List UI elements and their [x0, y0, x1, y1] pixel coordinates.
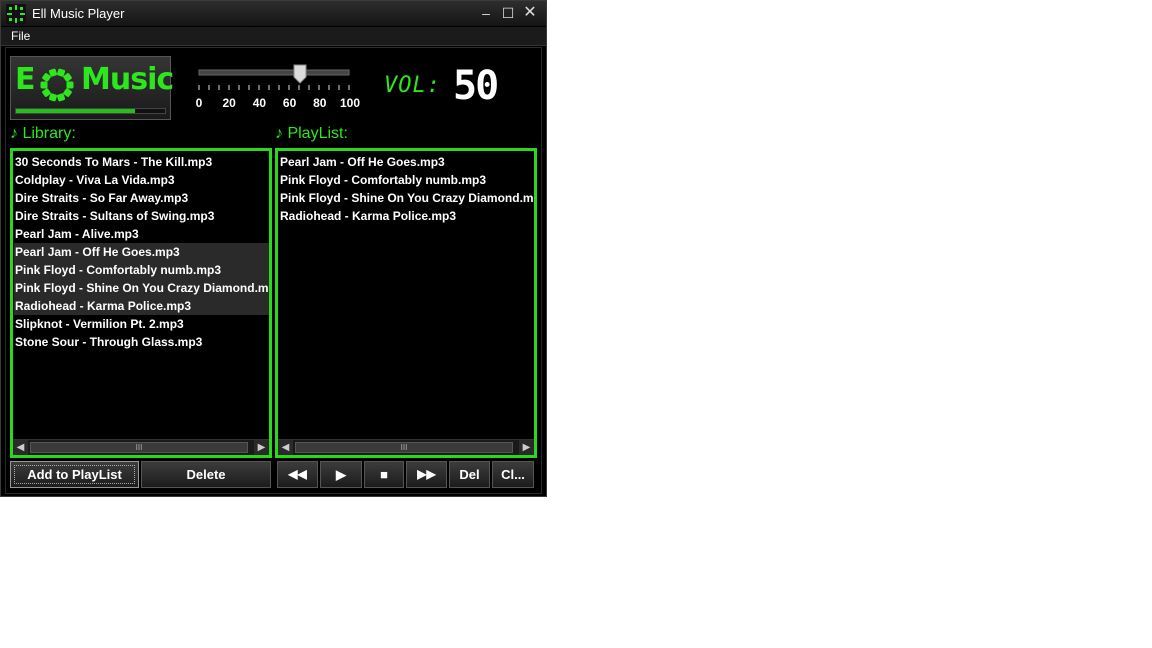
list-item[interactable]: Radiohead - Karma Police.mp3	[14, 297, 269, 315]
list-item[interactable]: Pink Floyd - Shine On You Crazy Diamond.…	[14, 279, 269, 297]
list-item[interactable]: Dire Straits - So Far Away.mp3	[14, 189, 269, 207]
volume-value: 50	[453, 63, 499, 109]
add-to-playlist-button[interactable]: Add to PlayList	[10, 461, 139, 488]
slider-tick-label: 60	[282, 96, 297, 110]
playlist-title: ♪ PlayList:	[275, 125, 348, 143]
playlist-scrollbar[interactable]: ◀ III ▶	[278, 439, 534, 455]
slider-tick-label: 0	[195, 96, 203, 110]
previous-icon[interactable]: ◀◀	[277, 461, 318, 488]
title-bar[interactable]: Ell Music Player – ☐ ✕	[1, 1, 546, 26]
menu-file[interactable]: File	[11, 29, 30, 43]
playlist-list[interactable]: Pearl Jam - Off He Goes.mp3 Pink Floyd - …	[275, 148, 537, 458]
scroll-left-icon[interactable]: ◀	[278, 440, 293, 455]
library-title-label: Library:	[22, 125, 76, 142]
slider-tick-label: 20	[222, 96, 236, 110]
stop-icon[interactable]: ■	[364, 461, 404, 488]
logo-progress-bar	[15, 108, 166, 114]
play-icon[interactable]: ▶	[320, 461, 362, 488]
spinner-segment	[40, 81, 48, 89]
scroll-right-icon[interactable]: ▶	[519, 440, 534, 455]
volume-slider[interactable]	[191, 61, 361, 95]
list-item[interactable]: Coldplay - Viva La Vida.mp3	[14, 171, 269, 189]
slider-tick-label: 40	[252, 96, 267, 110]
library-scrollbar[interactable]: ◀ III ▶	[13, 439, 269, 455]
scroll-right-icon[interactable]: ▶	[254, 440, 269, 455]
list-item[interactable]: Pearl Jam - Off He Goes.mp3	[279, 153, 534, 171]
volume-label: VOL:	[384, 73, 441, 98]
scroll-thumb[interactable]: III	[295, 442, 513, 453]
app-window: Ell Music Player – ☐ ✕ File E Music 0 20 4…	[0, 0, 547, 497]
spinner-segment	[66, 81, 74, 89]
list-item[interactable]: 30 Seconds To Mars - The Kill.mp3	[14, 153, 269, 171]
note-icon: ♪	[10, 125, 18, 142]
slider-ticks	[198, 85, 350, 90]
minimize-button[interactable]: –	[475, 3, 497, 23]
list-item[interactable]: Pink Floyd - Comfortably numb.mp3	[14, 261, 269, 279]
library-title: ♪ Library:	[10, 125, 76, 143]
delete-button[interactable]: Delete	[141, 461, 271, 488]
maximize-button[interactable]: ☐	[497, 3, 519, 23]
list-item[interactable]: Pearl Jam - Off He Goes.mp3	[14, 243, 269, 261]
next-icon[interactable]: ▶▶	[406, 461, 447, 488]
app-icon	[6, 4, 26, 24]
logo-text-e: E	[15, 62, 35, 97]
playlist-title-label: PlayList:	[287, 125, 348, 142]
logo-progress-fill	[16, 109, 136, 113]
list-item[interactable]: Pink Floyd - Comfortably numb.mp3	[279, 171, 534, 189]
add-to-playlist-label: Add to PlayList	[27, 467, 122, 482]
scroll-left-icon[interactable]: ◀	[13, 440, 28, 455]
list-item[interactable]: Stone Sour - Through Glass.mp3	[14, 333, 269, 351]
window-title: Ell Music Player	[32, 6, 125, 21]
menu-bar: File	[1, 27, 546, 46]
logo-text-music: Music	[81, 62, 174, 97]
slider-thumb[interactable]	[293, 64, 307, 84]
close-button[interactable]: ✕	[519, 3, 541, 23]
spinner-icon	[40, 68, 74, 102]
slider-tick-label: 100	[339, 96, 361, 110]
clear-button[interactable]: Cl...	[492, 461, 534, 488]
list-item[interactable]: Dire Straits - Sultans of Swing.mp3	[14, 207, 269, 225]
note-icon: ♪	[275, 125, 283, 142]
list-item[interactable]: Radiohead - Karma Police.mp3	[279, 207, 534, 225]
list-item[interactable]: Pink Floyd - Shine On You Crazy Diamond.…	[279, 189, 534, 207]
library-list[interactable]: 30 Seconds To Mars - The Kill.mp3 Coldpla…	[10, 148, 272, 458]
scroll-thumb[interactable]: III	[30, 442, 248, 453]
list-item[interactable]: Pearl Jam - Alive.mp3	[14, 225, 269, 243]
del-button[interactable]: Del	[449, 461, 490, 488]
slider-tick-label: 80	[313, 96, 327, 110]
list-item[interactable]: Slipknot - Vermilion Pt. 2.mp3	[14, 315, 269, 333]
logo-panel: E Music	[10, 56, 174, 120]
